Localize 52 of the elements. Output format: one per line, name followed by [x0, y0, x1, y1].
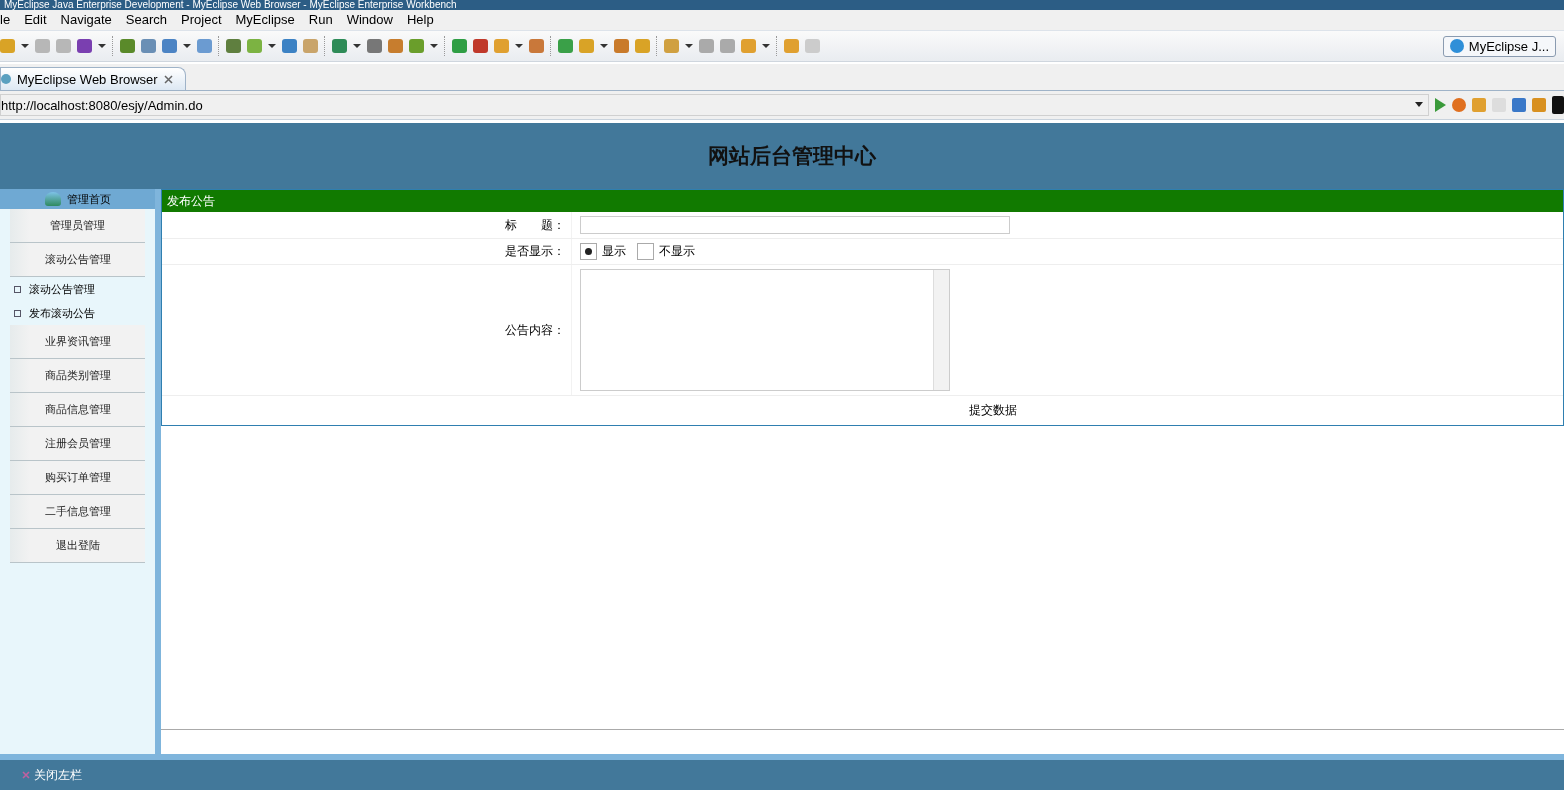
caret-icon[interactable] [685, 44, 693, 48]
window-title: MyEclipse Java Enterprise Development - MyEclipse Web Browser - MyEclipse Enterprise Workbench [0, 0, 1564, 10]
caret-icon[interactable] [268, 44, 276, 48]
sidebar-button[interactable]: 购买订单管理 [10, 461, 145, 495]
sidebar-button[interactable]: 滚动公告管理 [10, 243, 145, 277]
radio-label: 显示 [602, 243, 626, 260]
perspective-button[interactable]: MyEclipse J... [1442, 35, 1556, 57]
menu-item[interactable]: Run [301, 11, 340, 29]
field-label: 是否显示： [505, 243, 565, 260]
page-heading: 网站后台管理中心 [0, 123, 1564, 189]
menu-item[interactable]: Project [174, 11, 229, 29]
sidebar-button[interactable]: 管理员管理 [10, 209, 145, 243]
field-label: 标 题： [505, 216, 565, 234]
field-label: 公告内容： [505, 321, 565, 339]
radio-button[interactable] [580, 243, 597, 260]
caret-icon[interactable] [515, 44, 523, 48]
caret-icon[interactable] [430, 44, 438, 48]
caret-icon[interactable] [21, 44, 29, 48]
caret-icon[interactable] [183, 44, 191, 48]
menu-item[interactable]: Search [118, 11, 175, 29]
input-field[interactable] [580, 216, 1010, 234]
bullet-icon [14, 309, 21, 317]
menu-item[interactable]: MyEclipse [228, 11, 302, 29]
caret-icon[interactable] [600, 44, 608, 48]
sidebar-link[interactable]: 滚动公告管理 [29, 281, 95, 297]
sidebar-button[interactable]: 注册会员管理 [10, 427, 145, 461]
dropdown-caret-icon[interactable] [1415, 102, 1423, 107]
menu-item[interactable]: Edit [17, 11, 54, 29]
sidebar-button[interactable]: 商品信息管理 [10, 393, 145, 427]
editor-tab[interactable]: MyEclipse Web Browser [0, 67, 186, 90]
text-area[interactable] [580, 269, 950, 391]
bullet-icon [14, 285, 21, 293]
address-field[interactable]: http://localhost:8080/esjy/Admin.do [0, 94, 1429, 116]
sidebar-button[interactable]: 业界资讯管理 [10, 325, 145, 359]
sidebar-button[interactable]: 商品类别管理 [10, 359, 145, 393]
caret-icon[interactable] [98, 44, 106, 48]
sidebar-header[interactable]: 管理首页 [0, 189, 155, 209]
close-icon[interactable] [163, 74, 173, 84]
menu-item[interactable]: Window [339, 11, 400, 29]
sidebar-button[interactable]: 二手信息管理 [10, 495, 145, 529]
scrollbar[interactable] [933, 270, 949, 390]
sidebar-button[interactable]: 退出登陆 [10, 529, 145, 563]
caret-icon[interactable] [353, 44, 361, 48]
sidebar-link[interactable]: 发布滚动公告 [29, 305, 95, 321]
caret-icon[interactable] [762, 44, 770, 48]
menu-item[interactable]: Navigate [53, 11, 119, 29]
radio-label: 不显示 [659, 243, 695, 260]
radio-button[interactable] [637, 243, 654, 260]
menu-item[interactable]: Help [399, 11, 441, 29]
menu-item[interactable]: le [0, 11, 18, 29]
close-sidebar-link[interactable]: 关闭左栏 [34, 766, 82, 784]
panel-title: 发布公告 [162, 190, 1563, 212]
